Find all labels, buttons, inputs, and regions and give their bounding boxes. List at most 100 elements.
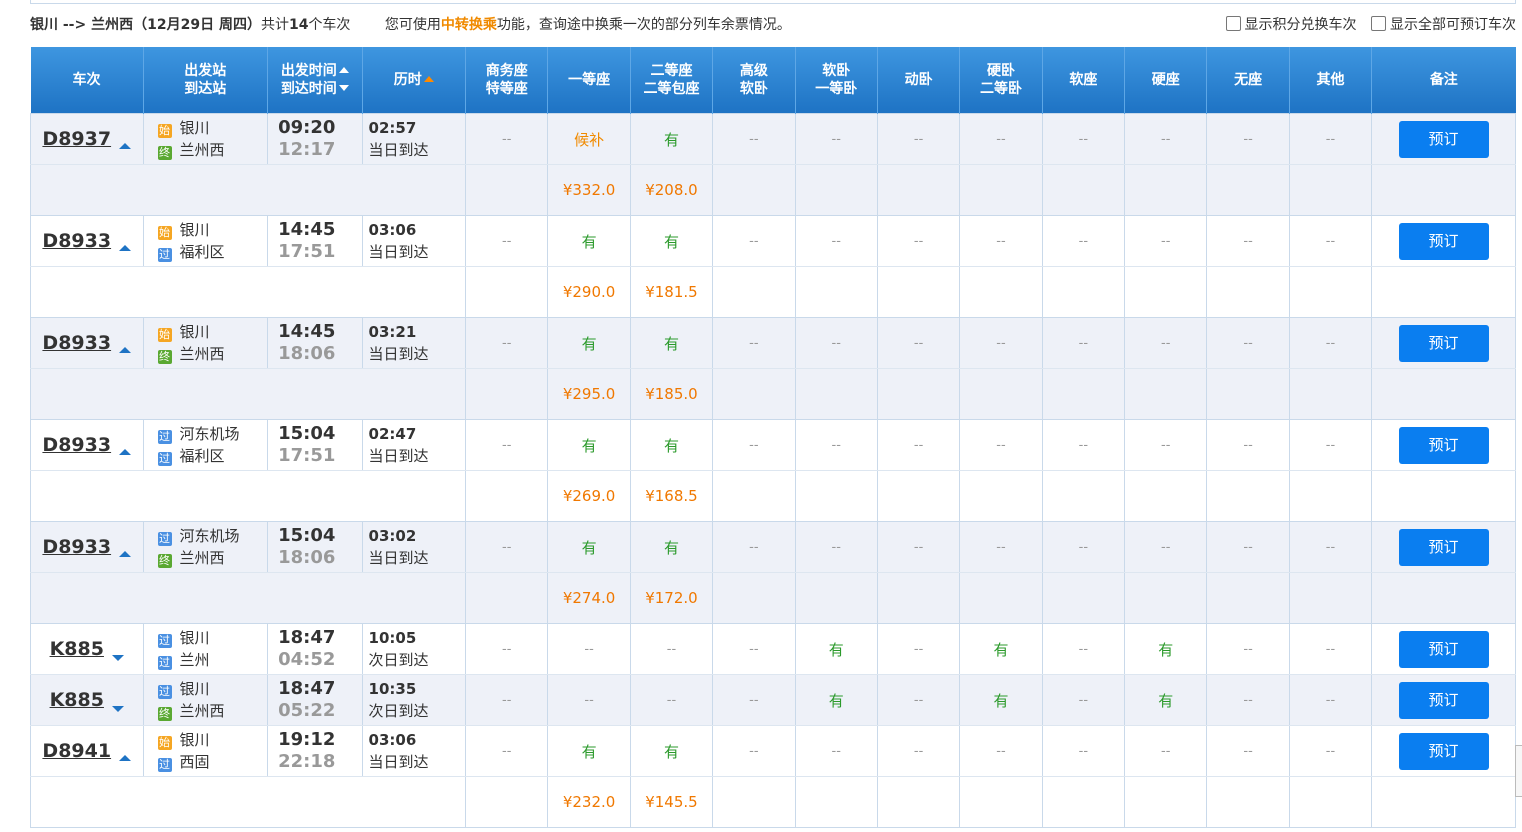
seat-second-cell[interactable]: 有 <box>629 215 714 267</box>
seat-availability[interactable]: 有 <box>582 539 597 557</box>
seat-availability[interactable]: 有 <box>664 131 679 149</box>
from-station[interactable]: 银川 <box>180 731 210 749</box>
show-points-checkbox[interactable] <box>1225 16 1241 31</box>
book-button[interactable]: 预订 <box>1398 681 1489 719</box>
seat-availability[interactable]: 候补 <box>574 131 604 149</box>
from-station[interactable]: 银川 <box>180 221 210 239</box>
book-button[interactable]: 预订 <box>1398 120 1489 158</box>
from-station[interactable]: 银川 <box>180 680 210 698</box>
seat-second-cell[interactable]: 有 <box>629 419 714 471</box>
show-points-option[interactable]: 显示积分兑换车次 <box>1225 16 1357 33</box>
header-duration[interactable]: 历时 <box>361 47 466 114</box>
to-station[interactable]: 福利区 <box>180 243 225 261</box>
to-station[interactable]: 兰州西 <box>180 345 225 363</box>
train-cell[interactable]: K885 <box>30 623 144 675</box>
to-station[interactable]: 西固 <box>180 753 210 771</box>
expand-stops-icon[interactable] <box>119 551 132 557</box>
collapse-stops-icon[interactable] <box>111 654 124 661</box>
header-dep-label[interactable]: 出发时间 <box>281 63 337 79</box>
book-button[interactable]: 预订 <box>1398 528 1489 566</box>
train-cell[interactable]: D8933 <box>30 317 144 369</box>
from-station[interactable]: 银川 <box>180 629 210 647</box>
seat-hard-seat-cell[interactable]: 有 <box>1124 623 1208 675</box>
seat-first-cell[interactable]: 有 <box>547 419 631 471</box>
train-number-link[interactable]: D8933 <box>42 434 111 456</box>
header-arr-label[interactable]: 到达时间 <box>281 81 337 97</box>
train-cell[interactable]: D8933 <box>30 215 144 267</box>
train-number-link[interactable]: D8933 <box>42 332 111 354</box>
from-station[interactable]: 河东机场 <box>180 527 240 545</box>
to-station[interactable]: 兰州 <box>180 651 210 669</box>
seat-availability[interactable]: 有 <box>1158 641 1173 659</box>
train-cell[interactable]: D8937 <box>30 113 144 165</box>
seat-availability[interactable]: 有 <box>664 437 679 455</box>
seat-first-cell[interactable]: 有 <box>547 521 631 573</box>
book-button[interactable]: 预订 <box>1398 426 1489 464</box>
seat-availability[interactable]: 有 <box>1158 692 1173 710</box>
seat-second-cell[interactable]: 有 <box>629 317 714 369</box>
seat-hard-sleeper-cell[interactable]: 有 <box>959 674 1043 726</box>
seat-first-cell[interactable]: 有 <box>547 215 631 267</box>
seat-second-cell[interactable]: 有 <box>629 113 714 165</box>
to-station[interactable]: 福利区 <box>180 447 225 465</box>
from-station[interactable]: 银川 <box>180 323 210 341</box>
sort-desc-icon[interactable] <box>338 85 349 91</box>
seat-second-cell[interactable]: 有 <box>629 725 714 777</box>
train-number-link[interactable]: K885 <box>50 689 104 711</box>
seat-availability[interactable]: 有 <box>582 335 597 353</box>
expand-stops-icon[interactable] <box>119 143 132 149</box>
show-all-checkbox[interactable] <box>1371 16 1386 31</box>
seat-availability[interactable]: 有 <box>829 692 844 710</box>
to-station[interactable]: 兰州西 <box>180 549 225 567</box>
expand-stops-icon[interactable] <box>119 449 132 455</box>
seat-availability[interactable]: 有 <box>664 539 679 557</box>
seat-soft-sleeper-cell[interactable]: 有 <box>794 674 878 726</box>
seat-first-cell[interactable]: 有 <box>547 725 631 777</box>
seat-soft-sleeper-cell[interactable]: 有 <box>794 623 878 675</box>
transfer-link[interactable]: 中转换乘 <box>441 17 497 33</box>
seat-availability: -- <box>1078 642 1089 657</box>
book-button[interactable]: 预订 <box>1398 732 1489 770</box>
sort-asc-icon[interactable] <box>338 67 349 73</box>
train-cell[interactable]: K885 <box>30 674 144 726</box>
book-button[interactable]: 预订 <box>1398 324 1489 362</box>
seat-first-cell[interactable]: 有 <box>547 317 631 369</box>
sort-duration-icon[interactable] <box>423 76 434 82</box>
header-times[interactable]: 出发时间 到达时间 <box>267 47 363 114</box>
train-number-link[interactable]: D8941 <box>42 740 111 762</box>
expand-stops-icon[interactable] <box>119 245 132 251</box>
seat-availability[interactable]: 有 <box>664 233 679 251</box>
price-hard-seat-cell <box>1124 368 1208 420</box>
seat-availability[interactable]: 有 <box>993 641 1008 659</box>
seat-availability[interactable]: 有 <box>664 743 679 761</box>
collapse-stops-icon[interactable] <box>111 705 124 712</box>
to-station[interactable]: 兰州西 <box>180 141 225 159</box>
book-button[interactable]: 预订 <box>1398 630 1489 668</box>
show-all-option[interactable]: 显示全部可预订车次 <box>1371 16 1516 33</box>
from-station[interactable]: 河东机场 <box>180 425 240 443</box>
train-cell[interactable]: D8933 <box>30 521 144 573</box>
seat-availability[interactable]: 有 <box>993 692 1008 710</box>
seat-availability[interactable]: 有 <box>582 233 597 251</box>
seat-availability[interactable]: 有 <box>829 641 844 659</box>
header-duration-label[interactable]: 历时 <box>394 72 422 88</box>
train-cell[interactable]: D8941 <box>30 725 144 777</box>
expand-stops-icon[interactable] <box>119 347 132 353</box>
seat-second-cell[interactable]: 有 <box>629 521 714 573</box>
seat-availability[interactable]: 有 <box>582 743 597 761</box>
seat-availability[interactable]: 有 <box>664 335 679 353</box>
seat-first-cell[interactable]: 候补 <box>547 113 631 165</box>
seat-hard-seat-cell[interactable]: 有 <box>1124 674 1208 726</box>
train-number-link[interactable]: D8933 <box>42 230 111 252</box>
book-button[interactable]: 预订 <box>1398 222 1489 260</box>
from-station[interactable]: 银川 <box>180 119 210 137</box>
seat-hard-sleeper-cell[interactable]: 有 <box>959 623 1043 675</box>
expand-stops-icon[interactable] <box>119 755 132 761</box>
train-number-link[interactable]: D8933 <box>42 536 111 558</box>
seat-availability[interactable]: 有 <box>582 437 597 455</box>
scrollbar-thumb[interactable] <box>1515 745 1522 797</box>
train-cell[interactable]: D8933 <box>30 419 144 471</box>
train-number-link[interactable]: D8937 <box>42 128 111 150</box>
to-station[interactable]: 兰州西 <box>180 702 225 720</box>
train-number-link[interactable]: K885 <box>50 638 104 660</box>
